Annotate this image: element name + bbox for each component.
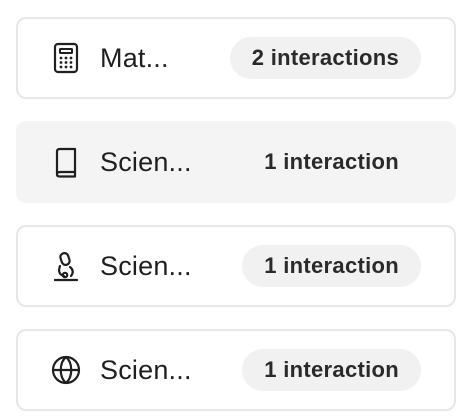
interaction-count-badge: 1 interaction	[242, 245, 421, 287]
subject-list: Mat... 2 interactions Scien... 1 interac…	[16, 17, 456, 416]
subject-card-science-globe[interactable]: Scien... 1 interaction	[16, 329, 456, 411]
subject-label: Scien...	[100, 146, 192, 177]
globe-icon	[50, 354, 82, 386]
interaction-count-badge: 1 interaction	[264, 149, 399, 174]
subject-label: Scien...	[100, 354, 192, 385]
subject-card-math[interactable]: Mat... 2 interactions	[16, 17, 456, 99]
interaction-count-badge: 1 interaction	[242, 349, 421, 391]
microscope-icon	[50, 250, 82, 282]
calculator-icon	[50, 42, 82, 74]
subject-label: Mat...	[100, 42, 169, 73]
subject-card-science-microscope[interactable]: Scien... 1 interaction	[16, 225, 456, 307]
subject-card-science-book[interactable]: Scien... 1 interaction	[16, 121, 456, 203]
book-icon	[50, 146, 82, 178]
interaction-count-badge: 2 interactions	[229, 37, 421, 79]
subject-label: Scien...	[100, 250, 192, 281]
